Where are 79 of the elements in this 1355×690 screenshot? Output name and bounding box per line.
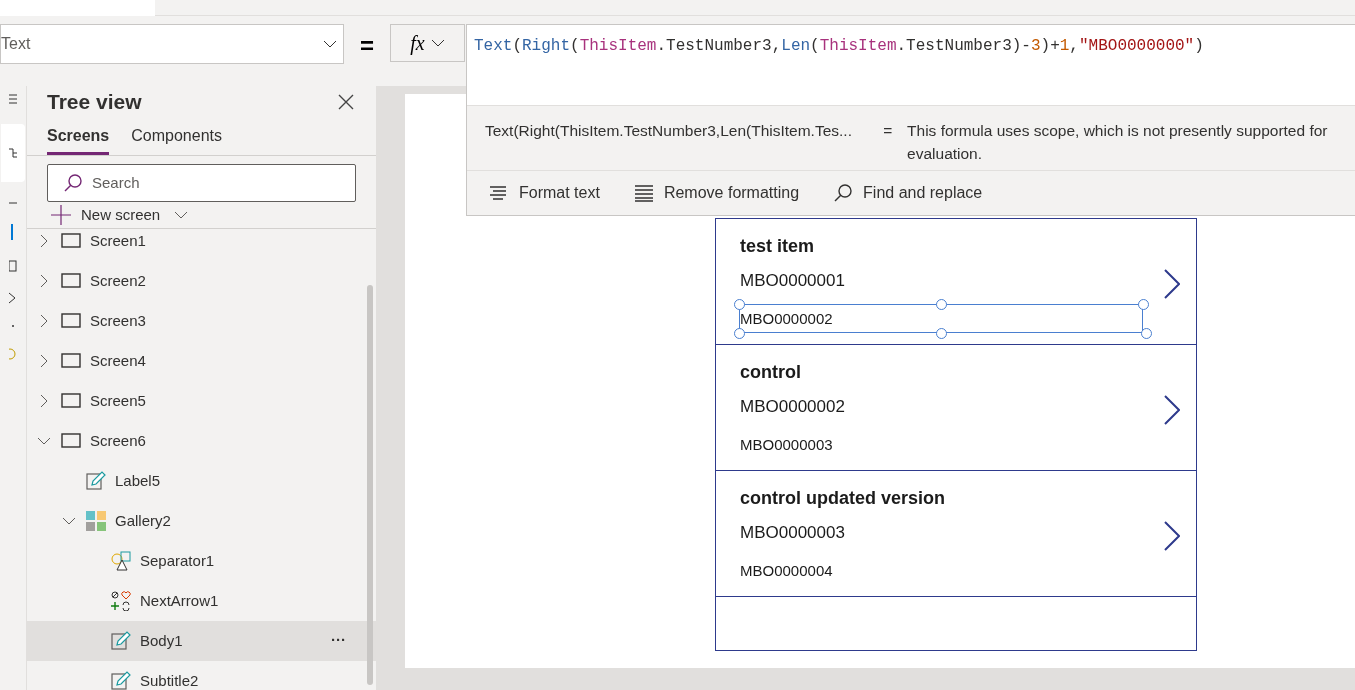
item-subtitle: MBO0000002: [740, 396, 845, 418]
property-dropdown[interactable]: Text: [0, 24, 344, 64]
lines-icon: [633, 183, 654, 203]
tree-item[interactable]: Label5: [27, 461, 376, 501]
tree-item[interactable]: Screen1: [27, 229, 376, 261]
tab[interactable]: Components: [131, 123, 222, 155]
evaluation-result: This formula uses scope, which is not presently supported for evaluation.: [907, 120, 1329, 164]
more-options-button[interactable]: ···: [331, 629, 346, 652]
scrollbar[interactable]: [367, 285, 373, 685]
tree-item[interactable]: Subtitle2: [27, 661, 376, 690]
item-body: MBO0000004: [740, 561, 833, 581]
icons-icon: [111, 591, 131, 611]
resize-handle[interactable]: [1141, 328, 1152, 339]
chevron-right-icon[interactable]: [1164, 269, 1180, 299]
fx-button[interactable]: fx: [390, 24, 465, 62]
toolbar-button[interactable]: Format text: [489, 181, 600, 206]
resize-handle[interactable]: [734, 328, 745, 339]
item-subtitle: MBO0000003: [740, 522, 845, 544]
tree-icon: [9, 148, 17, 158]
equals-sign: =: [359, 31, 375, 61]
list-icon[interactable]: [9, 94, 17, 104]
tree-item[interactable]: Screen6: [27, 421, 376, 461]
screen-icon: [61, 231, 81, 251]
screen-icon: [61, 311, 81, 331]
edit-icon: [111, 631, 131, 651]
toolbar-button[interactable]: Find and replace: [833, 181, 983, 206]
shapes-icon: [111, 551, 131, 571]
tree-item[interactable]: Separator1: [27, 541, 376, 581]
gallery-item[interactable]: control MBO0000002 MBO0000003: [716, 345, 1196, 471]
caret-icon: [430, 38, 445, 48]
plus-icon: [51, 204, 71, 225]
edit-icon: [86, 471, 106, 491]
equals-sign: =: [883, 120, 894, 141]
evaluated-expression: Text(Right(ThisItem.TestNumber3,Len(ThisItem.Tes...: [485, 120, 853, 141]
item-body: MBO0000003: [740, 435, 833, 455]
align-icon: [489, 183, 509, 203]
search-field[interactable]: Search: [47, 163, 356, 202]
item-title: control updated version: [740, 487, 946, 510]
search-icon: [63, 172, 83, 193]
tree-item[interactable]: Screen4: [27, 341, 376, 381]
chevron-right-icon[interactable]: [1164, 521, 1180, 551]
screen-icon: [61, 351, 81, 371]
tree-view-rail-button[interactable]: [1, 124, 25, 182]
resize-handle[interactable]: [1138, 299, 1149, 310]
tree-item[interactable]: Screen5: [27, 381, 376, 421]
new-screen-button[interactable]: New screen: [51, 203, 189, 226]
item-title: test item: [740, 235, 815, 258]
caret-icon: [174, 209, 189, 220]
data-icon[interactable]: [11, 224, 15, 240]
gallery-icon: [86, 511, 106, 531]
tab[interactable]: Screens: [47, 123, 110, 155]
edit-icon: [111, 671, 131, 690]
gallery-item[interactable]: test item MBO0000001 MBO0000002: [716, 219, 1196, 345]
chevron-right-icon[interactable]: [1164, 395, 1180, 425]
panel-title: Tree view: [47, 89, 142, 115]
tree-item[interactable]: Gallery2: [27, 501, 376, 541]
media-icon[interactable]: [9, 260, 17, 272]
dot-icon[interactable]: [11, 324, 15, 328]
tree-item[interactable]: Screen3: [27, 301, 376, 341]
selection-frame[interactable]: [739, 304, 1143, 333]
gallery-item[interactable]: control updated version MBO0000003 MBO0000004: [716, 471, 1196, 597]
resize-handle[interactable]: [734, 299, 745, 310]
screen-icon: [61, 391, 81, 411]
item-subtitle: MBO0000001: [740, 270, 845, 292]
toolbar-button[interactable]: Remove formatting: [633, 181, 800, 206]
caret-icon: [323, 39, 337, 49]
tree-item[interactable]: Body1 ···: [27, 621, 376, 661]
search-icon: [833, 183, 854, 203]
screen-icon: [61, 271, 81, 291]
screen-icon: [61, 431, 81, 451]
item-title: control: [740, 361, 801, 384]
close-icon[interactable]: [338, 93, 354, 110]
tree-item[interactable]: Screen2: [27, 261, 376, 301]
resize-handle[interactable]: [936, 299, 947, 310]
advanced-icon[interactable]: [9, 292, 17, 304]
gallery[interactable]: test item MBO0000001 MBO0000002 control MBO0000002 MBO0000003 control updated version MBO0000003 MBO0000004: [715, 218, 1197, 651]
tree-item[interactable]: NextArrow1: [27, 581, 376, 621]
item-body: MBO0000002: [740, 309, 833, 329]
resize-handle[interactable]: [936, 328, 947, 339]
